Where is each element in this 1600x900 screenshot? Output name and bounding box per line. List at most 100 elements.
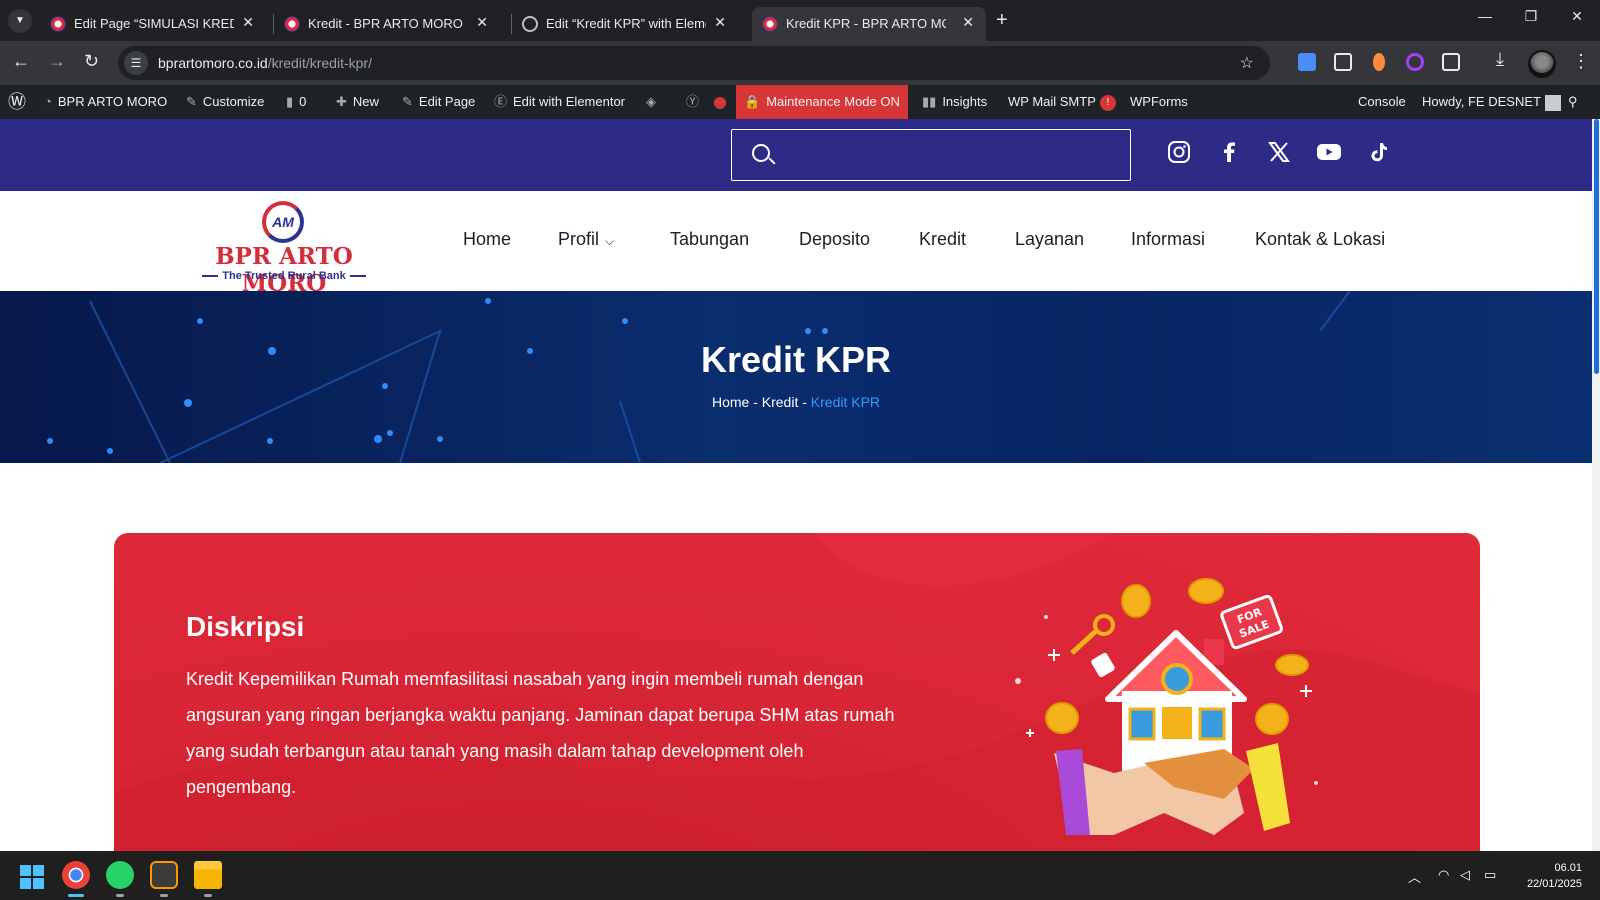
user-avatar xyxy=(1544,94,1561,111)
nav-deposito[interactable]: Deposito xyxy=(799,229,870,250)
insights-label: Insights xyxy=(942,94,988,109)
new-label: New xyxy=(352,94,379,109)
sublime-text-taskbar-icon[interactable] xyxy=(150,861,178,889)
admin-comments[interactable]: ▮ 0 xyxy=(286,85,306,119)
forward-arrow-icon[interactable]: → xyxy=(48,51,66,72)
browser-tab-2[interactable]: Kredit - BPR ARTO MORO ✕ xyxy=(274,7,500,41)
close-icon[interactable]: ✕ xyxy=(962,14,974,31)
wp-admin-bar: Ⓦ ◔ BPR ARTO MORO ✎ Customize ▮ 0 ✚ New ✎ Edi… xyxy=(0,85,1600,119)
windows-start-icon[interactable] xyxy=(20,865,44,889)
logo-mark: AM xyxy=(262,201,304,243)
site-logo[interactable]: AM BPR ARTO MORO The Trusted Rural Bank xyxy=(184,199,384,297)
console-label: Console xyxy=(1358,94,1406,109)
comment-icon: ▮ xyxy=(286,94,294,109)
browser-tab-1[interactable]: Edit Page “SIMULASI KREDIT BPR ✕ xyxy=(40,7,266,41)
nav-layanan[interactable]: Layanan xyxy=(1015,229,1084,250)
close-icon[interactable]: ✕ xyxy=(476,14,488,31)
extension-docs-icon[interactable] xyxy=(1298,53,1316,71)
extension-screen-icon[interactable] xyxy=(1334,53,1352,71)
file-explorer-taskbar-icon[interactable] xyxy=(194,861,222,889)
reload-icon[interactable]: ↻ xyxy=(84,51,99,72)
tab-search-button[interactable]: ▼ xyxy=(8,9,32,33)
admin-wp-mail-smtp[interactable]: WP Mail SMTP! xyxy=(1008,85,1116,119)
app-indicator xyxy=(116,894,124,897)
tab-title: Kredit - BPR ARTO MORO xyxy=(308,16,463,31)
nav-tabungan[interactable]: Tabungan xyxy=(670,229,749,250)
extension-color-icon[interactable] xyxy=(1406,53,1424,71)
admin-maintenance-mode[interactable]: 🔒 Maintenance Mode ON xyxy=(736,85,908,119)
nav-kontak-lokasi[interactable]: Kontak & Lokasi xyxy=(1255,229,1385,250)
admin-search-icon[interactable]: ⚲ xyxy=(1568,85,1584,119)
clock-time: 06.01 xyxy=(1554,862,1582,874)
whatsapp-taskbar-icon[interactable] xyxy=(106,861,134,889)
browser-tab-active[interactable]: Kredit KPR - BPR ARTO MORO ✕ xyxy=(752,7,986,41)
pencil-icon: ✎ xyxy=(402,94,413,109)
url-text[interactable]: bprartomoro.co.id/kredit/kredit-kpr/ xyxy=(158,55,372,71)
close-icon[interactable]: ✕ xyxy=(714,14,726,31)
youtube-icon[interactable] xyxy=(1314,140,1344,170)
site-info-icon[interactable]: ☰ xyxy=(124,51,148,75)
wordpress-favicon-icon xyxy=(762,16,778,32)
status-dot-icon[interactable] xyxy=(714,85,726,119)
window-close-icon[interactable]: ✕ xyxy=(1554,8,1600,25)
page-scrollbar-thumb[interactable] xyxy=(1594,119,1599,374)
x-icon[interactable] xyxy=(1264,140,1294,170)
site-topbar xyxy=(0,119,1592,191)
yoast-icon[interactable]: Ⓨ xyxy=(686,85,705,119)
download-icon[interactable]: ⤓ xyxy=(1496,49,1504,70)
facebook-icon[interactable] xyxy=(1214,140,1244,170)
battery-icon[interactable]: ▭ xyxy=(1484,867,1496,883)
volume-icon[interactable]: ◁ xyxy=(1460,867,1470,883)
browser-toolbar: ← → ↻ ☰ bprartomoro.co.id/kredit/kredit-… xyxy=(0,41,1600,85)
extensions-puzzle-icon[interactable] xyxy=(1442,53,1460,71)
description-text: Kredit Kepemilikan Rumah memfasilitasi n… xyxy=(186,669,895,797)
search-input[interactable] xyxy=(731,129,1131,181)
extension-flame-icon[interactable] xyxy=(1373,53,1385,71)
nav-kredit[interactable]: Kredit xyxy=(919,229,966,250)
brush-icon: ✎ xyxy=(186,94,197,109)
close-icon[interactable]: ✕ xyxy=(242,14,254,31)
back-arrow-icon[interactable]: ← xyxy=(12,51,30,72)
tray-chevron-up-icon[interactable]: ︿ xyxy=(1408,867,1421,886)
breadcrumb-home[interactable]: Home xyxy=(712,394,749,410)
diamond-icon[interactable]: ◈ xyxy=(646,85,662,119)
site-header: AM BPR ARTO MORO The Trusted Rural Bank … xyxy=(0,191,1592,297)
admin-howdy[interactable]: Howdy, FE DESNET xyxy=(1422,85,1561,119)
breadcrumb-kredit[interactable]: Kredit xyxy=(762,394,799,410)
house-handshake-illustration: FOR SALE xyxy=(1015,578,1318,835)
chrome-taskbar-icon[interactable] xyxy=(62,861,90,889)
admin-new[interactable]: ✚ New xyxy=(336,85,379,119)
address-bar[interactable]: ☰ bprartomoro.co.id/kredit/kredit-kpr/ ☆ xyxy=(118,46,1270,80)
admin-insights[interactable]: ▮▮ Insights xyxy=(922,85,987,119)
restore-icon[interactable]: ❐ xyxy=(1508,8,1554,25)
admin-customize[interactable]: ✎ Customize xyxy=(186,85,264,119)
lock-icon: 🔒 xyxy=(744,94,761,109)
system-clock[interactable]: 06.01 22/01/2025 xyxy=(1502,860,1582,892)
profile-avatar[interactable] xyxy=(1528,50,1556,78)
tiktok-icon[interactable] xyxy=(1364,140,1394,170)
new-tab-button[interactable]: + xyxy=(996,9,1008,32)
elementor-icon: Ⓔ xyxy=(494,94,508,109)
site-name-label: BPR ARTO MORO xyxy=(57,94,168,109)
description-card: Diskripsi Kredit Kepemilikan Rumah memfa… xyxy=(114,533,1480,863)
browser-tab-3[interactable]: Edit “Kredit KPR” with Elementor ✕ xyxy=(512,7,738,41)
wordpress-logo-icon[interactable]: Ⓦ xyxy=(8,85,32,119)
wordpress-favicon-icon xyxy=(50,16,66,32)
plus-icon: ✚ xyxy=(336,94,347,109)
bookmark-star-icon[interactable]: ☆ xyxy=(1240,53,1254,73)
nav-home[interactable]: Home xyxy=(463,229,511,250)
admin-wpforms[interactable]: WPForms xyxy=(1130,85,1188,119)
nav-informasi[interactable]: Informasi xyxy=(1131,229,1205,250)
search-icon xyxy=(752,144,770,162)
admin-site-name[interactable]: ◔ BPR ARTO MORO xyxy=(44,85,167,119)
admin-edit-elementor[interactable]: Ⓔ Edit with Elementor xyxy=(494,85,625,119)
wifi-icon[interactable]: ◠ xyxy=(1438,867,1449,883)
instagram-icon[interactable] xyxy=(1164,140,1194,170)
url-host: bprartomoro.co.id xyxy=(158,55,268,71)
nav-profil[interactable]: Profil ⌵ xyxy=(558,229,614,250)
menu-dots-icon[interactable]: ⋮ xyxy=(1572,51,1590,72)
admin-edit-page[interactable]: ✎ Edit Page xyxy=(402,85,475,119)
admin-console[interactable]: Console xyxy=(1358,85,1406,119)
clock-date: 22/01/2025 xyxy=(1526,878,1582,890)
minimize-icon[interactable]: — xyxy=(1462,8,1508,24)
